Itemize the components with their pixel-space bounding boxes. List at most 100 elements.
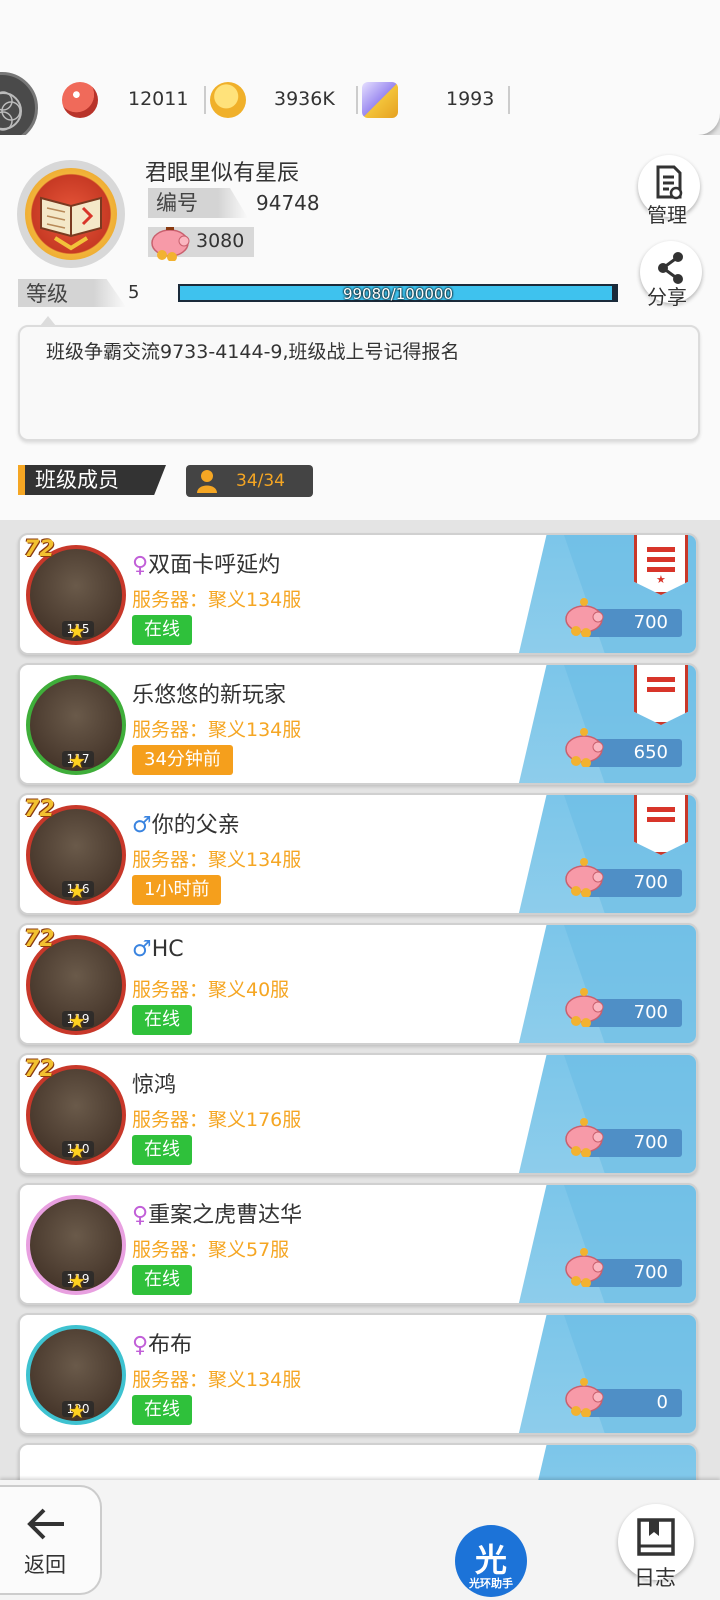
member-name-text: 你的父亲 <box>151 813 240 838</box>
class-screen: { "resources": [ {"name": "red-gem", "va… <box>0 0 720 1600</box>
member-contribution: 700 <box>565 988 682 1027</box>
member-name: 惊鸿 <box>132 1067 176 1099</box>
resource-bar: 12011 3936K 1993 <box>0 0 720 144</box>
member-card[interactable]: 119 ★ ♀重案之虎曹达华 服务器：聚义57服 在线 700 <box>18 1183 698 1305</box>
class-notice: 班级争霸交流9733-4144-9,班级战上号记得报名 <box>18 316 700 441</box>
member-contribution: 0 <box>565 1378 682 1417</box>
member-card[interactable]: 119 72 ★ ♂HC 服务器：聚义40服 在线 700 <box>18 923 698 1045</box>
resource-red-gem[interactable]: 12011 <box>62 80 188 120</box>
back-button[interactable]: 返回 <box>0 1485 102 1595</box>
helper-floating-button[interactable]: 光 光环助手 <box>455 1525 527 1597</box>
menu-emblem-icon[interactable] <box>0 72 38 144</box>
member-contribution: 700 <box>565 1118 682 1157</box>
member-status: 34分钟前 <box>132 745 233 775</box>
member-card[interactable]: 115 72 ★ ♀双面卡呼延灼 服务器：聚义134服 在线 ★ 700 <box>18 533 698 655</box>
member-card[interactable]: 116 72 ★ ♂你的父亲 服务器：聚义134服 1小时前 700 <box>18 793 698 915</box>
member-status: 在线 <box>132 1395 192 1425</box>
frame-badge: 72 <box>24 927 55 952</box>
member-name: ♀双面卡呼延灼 <box>132 547 280 579</box>
member-name: ♂HC <box>132 937 184 962</box>
bottom-bar: 返回 光 光环助手 日志 <box>0 1480 720 1600</box>
member-name-text: 布布 <box>148 1333 193 1358</box>
open-book-icon <box>25 168 117 260</box>
member-contribution-value: 700 <box>633 1002 668 1023</box>
gender-icon: ♀ <box>132 1333 149 1358</box>
person-icon <box>197 470 217 493</box>
document-gear-icon <box>656 165 683 200</box>
level-label: 等级 <box>18 279 126 307</box>
member-card[interactable]: 110 72 ★ 惊鸿 服务器：聚义176服 在线 700 <box>18 1053 698 1175</box>
star-icon: ★ <box>68 1009 86 1033</box>
piggy-bank-icon <box>565 1118 604 1157</box>
red-gem-icon <box>62 82 98 118</box>
member-name: ♀布布 <box>132 1327 192 1359</box>
piggy-bank-icon <box>565 858 604 897</box>
manage-label: 管理 <box>647 203 687 227</box>
resource-diamond-ring[interactable]: 1993 <box>362 80 494 120</box>
member-contribution: 700 <box>565 858 682 897</box>
member-name-text: 重案之虎曹达华 <box>148 1203 303 1228</box>
class-name: 君眼里似有星辰 <box>145 161 300 186</box>
members-count-badge: 34/34 <box>186 465 313 497</box>
member-contribution-value: 700 <box>633 1262 668 1283</box>
member-name-text: 惊鸿 <box>132 1073 177 1098</box>
piggy-bank-icon <box>151 227 190 261</box>
member-status: 1小时前 <box>132 875 222 905</box>
member-server: 服务器：聚义134服 <box>132 1369 302 1391</box>
frame-badge: 72 <box>24 1057 55 1082</box>
member-server: 服务器：聚义40服 <box>132 979 290 1001</box>
class-id-label: 编号 <box>148 188 248 218</box>
gold-coin-value: 3936K <box>274 88 335 110</box>
member-status: 在线 <box>132 1135 192 1165</box>
member-contribution: 650 <box>565 728 682 767</box>
member-contribution-value: 700 <box>633 872 668 893</box>
log-label: 日志 <box>634 1566 676 1590</box>
member-name: ♂你的父亲 <box>132 807 240 839</box>
member-name-text: 乐悠悠的新玩家 <box>132 683 287 708</box>
class-info-panel: 君眼里似有星辰 编号 94748 3080 管理 分享 等级 5 99080/1… <box>0 135 720 520</box>
frame-badge: 72 <box>24 537 55 562</box>
resource-gold-coin[interactable]: 3936K <box>210 80 335 120</box>
piggy-bank-icon <box>565 988 604 1027</box>
star-icon: ★ <box>68 749 86 773</box>
gender-icon: ♀ <box>132 1203 149 1228</box>
class-funds: 3080 <box>148 227 254 261</box>
level-value: 5 <box>128 282 140 303</box>
member-server: 服务器：聚义134服 <box>132 589 302 611</box>
class-id-value: 94748 <box>256 191 320 215</box>
member-card[interactable]: 117 ★ 乐悠悠的新玩家 服务器：聚义134服 34分钟前 650 <box>18 663 698 785</box>
piggy-bank-icon <box>565 1378 604 1417</box>
helper-label: 光环助手 <box>469 1577 513 1590</box>
member-name: 乐悠悠的新玩家 <box>132 677 286 709</box>
exp-progress-bar: 99080/100000 <box>178 284 618 303</box>
piggy-bank-icon <box>565 728 604 767</box>
class-funds-value: 3080 <box>196 230 245 252</box>
diamond-ring-value: 1993 <box>446 88 495 110</box>
member-contribution-value: 700 <box>633 1132 668 1153</box>
member-contribution-value: 700 <box>633 612 668 633</box>
member-contribution: 700 <box>565 598 682 637</box>
arrow-left-icon <box>27 1508 64 1540</box>
piggy-bank-icon <box>565 1248 604 1287</box>
gender-icon: ♂ <box>132 813 152 838</box>
star-icon: ★ <box>68 1269 86 1293</box>
exp-progress-text: 99080/100000 <box>342 285 454 303</box>
member-server: 服务器：聚义134服 <box>132 849 302 871</box>
star-icon: ★ <box>68 879 86 903</box>
member-status: 在线 <box>132 615 192 645</box>
members-count-value: 34/34 <box>236 471 285 491</box>
piggy-bank-icon <box>565 598 604 637</box>
star-icon: ★ <box>68 1399 86 1423</box>
diamond-ring-icon <box>362 82 398 118</box>
member-server: 服务器：聚义176服 <box>132 1109 302 1131</box>
star-icon: ★ <box>68 1139 86 1163</box>
class-notice-text: 班级争霸交流9733-4144-9,班级战上号记得报名 <box>46 341 460 363</box>
book-icon <box>637 1518 675 1556</box>
member-status: 在线 <box>132 1005 192 1035</box>
red-gem-value: 12011 <box>128 88 189 110</box>
member-name: ♀重案之虎曹达华 <box>132 1197 302 1229</box>
member-server: 服务器：聚义134服 <box>132 719 302 741</box>
member-name-text: 双面卡呼延灼 <box>148 553 281 578</box>
gender-icon: ♀ <box>132 553 149 578</box>
member-card[interactable]: 120 ★ ♀布布 服务器：聚义134服 在线 0 <box>18 1313 698 1435</box>
